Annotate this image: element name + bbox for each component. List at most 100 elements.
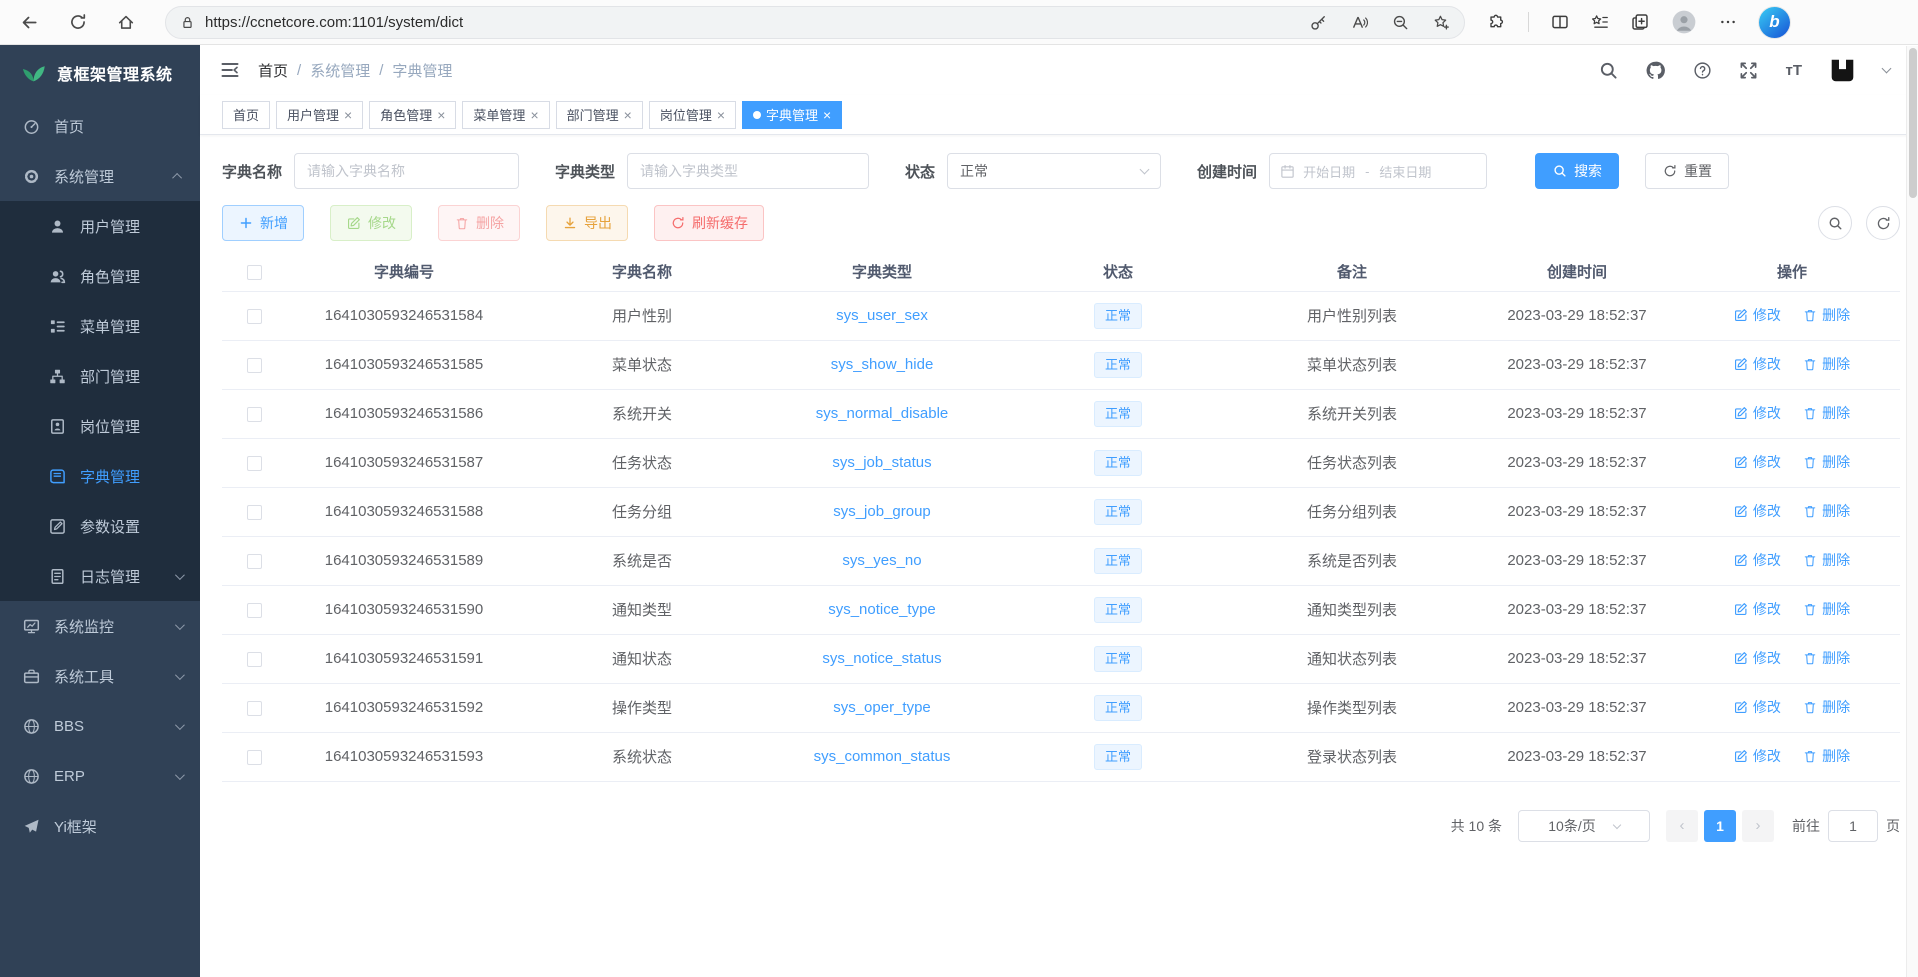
browser-back-icon[interactable] bbox=[20, 13, 39, 32]
hamburger-icon[interactable] bbox=[220, 60, 240, 80]
sidebar-item-bbs[interactable]: BBS bbox=[0, 701, 200, 751]
edit-button[interactable]: 修改 bbox=[330, 205, 412, 241]
tab-close-icon[interactable]: × bbox=[344, 108, 352, 122]
add-favorite-icon[interactable] bbox=[1433, 14, 1450, 31]
sidebar-item-yi-framework[interactable]: Yi框架 bbox=[0, 801, 200, 851]
browser-home-icon[interactable] bbox=[117, 13, 135, 31]
breadcrumb-item[interactable]: 字典管理 bbox=[392, 60, 452, 81]
tab-close-icon[interactable]: × bbox=[624, 108, 632, 122]
row-checkbox[interactable] bbox=[247, 652, 262, 667]
tab-close-icon[interactable]: × bbox=[823, 108, 831, 122]
sidebar-item-menu-mgmt[interactable]: 菜单管理 bbox=[0, 301, 200, 351]
page-size-select[interactable]: 10条/页 bbox=[1518, 810, 1650, 842]
row-delete-link[interactable]: 删除 bbox=[1803, 550, 1850, 570]
tab-post-mgmt[interactable]: 岗位管理× bbox=[649, 101, 736, 129]
sidebar-item-home[interactable]: 首页 bbox=[0, 101, 200, 151]
dict-type-link[interactable]: sys_yes_no bbox=[842, 552, 921, 569]
scrollbar-thumb[interactable] bbox=[1909, 48, 1917, 198]
tab-dict-mgmt[interactable]: 字典管理× bbox=[742, 101, 842, 129]
read-aloud-icon[interactable] bbox=[1351, 14, 1368, 31]
row-delete-link[interactable]: 删除 bbox=[1803, 354, 1850, 374]
row-delete-link[interactable]: 删除 bbox=[1803, 403, 1850, 423]
next-page-button[interactable]: › bbox=[1742, 810, 1774, 842]
sidebar-item-user-mgmt[interactable]: 用户管理 bbox=[0, 201, 200, 251]
date-range-picker[interactable]: 开始日期 - 结束日期 bbox=[1269, 153, 1487, 189]
export-button[interactable]: 导出 bbox=[546, 205, 628, 241]
row-delete-link[interactable]: 删除 bbox=[1803, 599, 1850, 619]
row-checkbox[interactable] bbox=[247, 309, 262, 324]
tab-role-mgmt[interactable]: 角色管理× bbox=[369, 101, 456, 129]
row-checkbox[interactable] bbox=[247, 456, 262, 471]
tab-home[interactable]: 首页 bbox=[222, 101, 270, 129]
row-delete-link[interactable]: 删除 bbox=[1803, 648, 1850, 668]
password-key-icon[interactable] bbox=[1310, 14, 1327, 31]
dict-type-link[interactable]: sys_job_group bbox=[833, 503, 931, 520]
row-edit-link[interactable]: 修改 bbox=[1734, 648, 1781, 668]
select-all-checkbox[interactable] bbox=[247, 265, 262, 280]
address-bar[interactable]: https://ccnetcore.com:1101/system/dict bbox=[165, 6, 1465, 39]
tab-close-icon[interactable]: × bbox=[437, 108, 445, 122]
dropdown-caret-icon[interactable] bbox=[1882, 64, 1892, 74]
collections-icon[interactable] bbox=[1631, 13, 1649, 31]
refresh-cache-button[interactable]: 刷新缓存 bbox=[654, 205, 764, 241]
sidebar-item-role-mgmt[interactable]: 角色管理 bbox=[0, 251, 200, 301]
breadcrumb-item[interactable]: 系统管理 bbox=[310, 60, 370, 81]
tab-close-icon[interactable]: × bbox=[717, 108, 725, 122]
row-checkbox[interactable] bbox=[247, 701, 262, 716]
tab-dept-mgmt[interactable]: 部门管理× bbox=[556, 101, 643, 129]
dict-type-link[interactable]: sys_user_sex bbox=[836, 307, 928, 324]
row-delete-link[interactable]: 删除 bbox=[1803, 452, 1850, 472]
status-select[interactable]: 正常 bbox=[947, 153, 1161, 189]
goto-page-input[interactable] bbox=[1828, 810, 1878, 842]
extensions-icon[interactable] bbox=[1487, 13, 1506, 32]
dict-type-link[interactable]: sys_job_status bbox=[832, 454, 931, 471]
user-logo-avatar[interactable] bbox=[1829, 57, 1856, 84]
tab-close-icon[interactable]: × bbox=[530, 108, 538, 122]
end-date-placeholder[interactable]: 结束日期 bbox=[1379, 162, 1431, 181]
sidebar-item-post-mgmt[interactable]: 岗位管理 bbox=[0, 401, 200, 451]
row-delete-link[interactable]: 删除 bbox=[1803, 501, 1850, 521]
url-text[interactable]: https://ccnetcore.com:1101/system/dict bbox=[205, 14, 1310, 31]
row-delete-link[interactable]: 删除 bbox=[1803, 746, 1850, 766]
help-icon[interactable] bbox=[1693, 61, 1712, 80]
row-edit-link[interactable]: 修改 bbox=[1734, 697, 1781, 717]
sidebar-item-system-monitor[interactable]: 系统监控 bbox=[0, 601, 200, 651]
current-page-button[interactable]: 1 bbox=[1704, 810, 1736, 842]
row-checkbox[interactable] bbox=[247, 358, 262, 373]
sidebar-item-system-mgmt[interactable]: 系统管理 bbox=[0, 151, 200, 201]
row-edit-link[interactable]: 修改 bbox=[1734, 501, 1781, 521]
row-edit-link[interactable]: 修改 bbox=[1734, 746, 1781, 766]
dict-name-input[interactable] bbox=[294, 153, 519, 189]
zoom-out-icon[interactable] bbox=[1392, 14, 1409, 31]
dict-type-link[interactable]: sys_oper_type bbox=[833, 699, 931, 716]
dict-type-link[interactable]: sys_normal_disable bbox=[816, 405, 949, 422]
dict-type-link[interactable]: sys_notice_status bbox=[822, 650, 941, 667]
profile-avatar[interactable] bbox=[1671, 9, 1697, 35]
bing-chat-icon[interactable]: b bbox=[1759, 7, 1790, 38]
row-edit-link[interactable]: 修改 bbox=[1734, 305, 1781, 325]
delete-button[interactable]: 删除 bbox=[438, 205, 520, 241]
row-checkbox[interactable] bbox=[247, 603, 262, 618]
sidebar-item-erp[interactable]: ERP bbox=[0, 751, 200, 801]
sidebar-item-log-mgmt[interactable]: 日志管理 bbox=[0, 551, 200, 601]
tab-menu-mgmt[interactable]: 菜单管理× bbox=[462, 101, 549, 129]
toggle-search-button[interactable] bbox=[1818, 206, 1852, 240]
text-size-icon[interactable]: тT bbox=[1785, 62, 1802, 79]
start-date-placeholder[interactable]: 开始日期 bbox=[1303, 162, 1355, 181]
sidebar-item-dept-mgmt[interactable]: 部门管理 bbox=[0, 351, 200, 401]
row-edit-link[interactable]: 修改 bbox=[1734, 599, 1781, 619]
prev-page-button[interactable]: ‹ bbox=[1666, 810, 1698, 842]
row-edit-link[interactable]: 修改 bbox=[1734, 354, 1781, 374]
row-checkbox[interactable] bbox=[247, 554, 262, 569]
browser-refresh-icon[interactable] bbox=[69, 13, 87, 31]
sidebar-item-system-tools[interactable]: 系统工具 bbox=[0, 651, 200, 701]
row-delete-link[interactable]: 删除 bbox=[1803, 305, 1850, 325]
dict-type-link[interactable]: sys_show_hide bbox=[831, 356, 934, 373]
row-edit-link[interactable]: 修改 bbox=[1734, 550, 1781, 570]
row-checkbox[interactable] bbox=[247, 407, 262, 422]
search-button[interactable]: 搜索 bbox=[1535, 153, 1619, 189]
github-icon[interactable] bbox=[1645, 60, 1666, 81]
app-logo-row[interactable]: 意框架管理系统 bbox=[0, 45, 200, 101]
reset-button[interactable]: 重置 bbox=[1645, 153, 1729, 189]
breadcrumb-item[interactable]: 首页 bbox=[258, 60, 288, 81]
